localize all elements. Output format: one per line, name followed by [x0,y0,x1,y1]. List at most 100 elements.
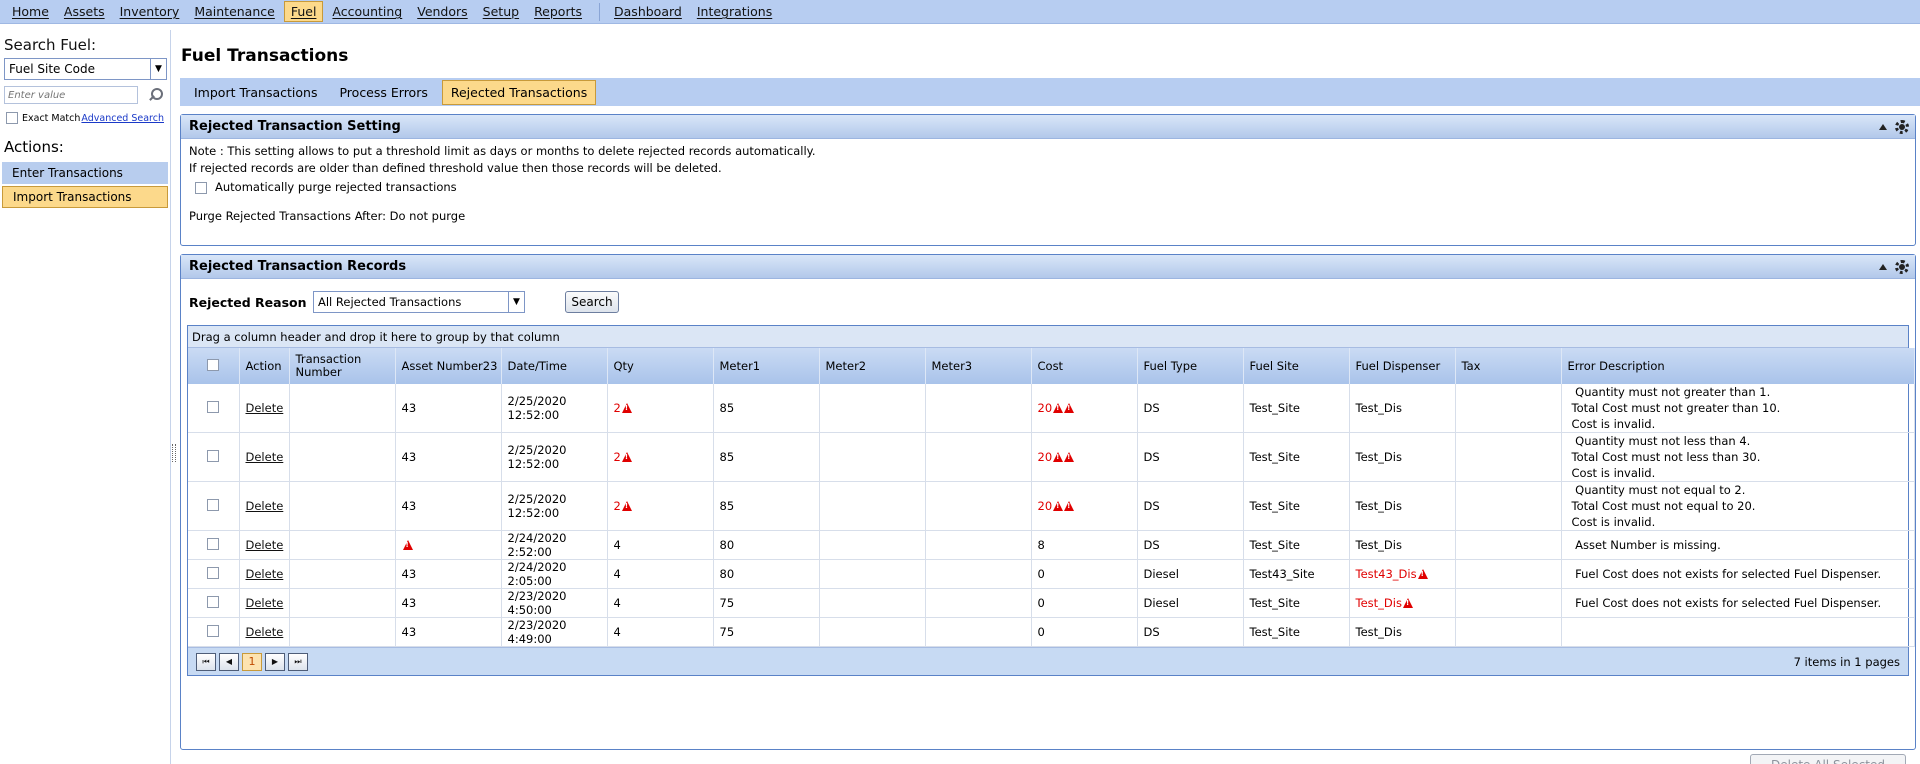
sidebar: Search Fuel: Fuel Site Code ▼ Exact Matc… [0,30,171,764]
first-page-button[interactable]: ⏮ [196,652,216,671]
last-page-button[interactable]: ⏭ [288,652,308,671]
column-header[interactable]: Meter3 [925,348,1032,384]
meter3-cell [925,481,1032,531]
search-icon[interactable] [148,88,163,102]
row-checkbox[interactable] [207,566,220,579]
setting-note-line1: Note : This setting allows to put a thre… [189,144,816,158]
cost-cell: 20 [1031,432,1138,482]
next-page-button[interactable]: ▶ [265,652,285,671]
search-input[interactable] [4,86,138,104]
action-enter-transactions[interactable]: Enter Transactions [2,162,168,184]
action-cell: Delete [239,432,290,482]
group-by-area[interactable]: Drag a column header and drop it here to… [188,326,1908,348]
gear-icon[interactable] [1895,119,1909,134]
chevron-down-icon[interactable]: ▼ [508,292,524,312]
search-button[interactable]: Search [565,291,619,313]
prev-page-button[interactable]: ◀ [219,652,239,671]
datetime-cell: 2/25/2020 12:52:00 [501,432,608,482]
tab-process-errors[interactable]: Process Errors [331,81,435,104]
menu-inventory[interactable]: Inventory [114,2,186,21]
menu-reports[interactable]: Reports [528,2,588,21]
row-checkbox[interactable] [207,595,220,608]
error-line: Asset Number is missing. [1571,538,1721,552]
collapse-icon[interactable] [1879,263,1887,270]
delete-link[interactable]: Delete [246,538,284,552]
menu-vendors[interactable]: Vendors [411,2,473,21]
tab-rejected-transactions[interactable]: Rejected Transactions [441,79,597,105]
cost-value: 20 [1037,401,1053,415]
search-field-dropdown[interactable]: Fuel Site Code ▼ [4,58,167,80]
column-header[interactable]: Asset Number23 [395,348,502,384]
gear-icon[interactable] [1895,259,1909,274]
fuel-dispenser-cell: Test_Dis [1349,384,1456,433]
menu-divider [599,2,601,21]
column-header[interactable]: Tax [1455,348,1562,384]
delete-link[interactable]: Delete [246,625,284,639]
column-header[interactable]: Date/Time [501,348,608,384]
cost-cell: 0 [1031,617,1138,647]
error-line: Fuel Cost does not exists for selected F… [1571,567,1882,581]
row-checkbox[interactable] [207,400,220,413]
warning-icon [1053,403,1064,413]
rejected-reason-label: Rejected Reason [189,294,307,310]
table-row: Delete 43 2/24/2020 2:05:00 4 80 0 Diesel Test4… [188,559,1915,589]
column-header[interactable]: Meter2 [819,348,926,384]
menu-accounting[interactable]: Accounting [326,2,408,21]
menu-dashboard[interactable]: Dashboard [608,2,688,21]
qty-cell: 2 [607,432,714,482]
warning-icon [1064,452,1075,462]
delete-all-selected-button[interactable]: Delete All Selected [1750,754,1906,764]
page-number-button[interactable]: 1 [242,652,262,671]
dispenser-value: Test43_Dis [1355,567,1417,581]
fuel-site-cell: Test43_Site [1243,559,1350,589]
fuel-dispenser-cell: Test_Dis [1349,481,1456,531]
delete-link[interactable]: Delete [246,596,284,610]
column-header[interactable]: Qty [607,348,714,384]
chevron-down-icon[interactable]: ▼ [150,59,166,79]
row-checkbox[interactable] [207,624,220,637]
action-import-transactions[interactable]: Import Transactions [2,186,168,208]
error-description-cell: Quantity must not less than 4. Total Cost… [1561,432,1915,482]
error-description-cell: Fuel Cost does not exists for selected F… [1561,559,1915,589]
column-header[interactable]: Cost [1031,348,1138,384]
cost-cell: 0 [1031,588,1138,618]
cost-value: 20 [1037,450,1053,464]
delete-link[interactable]: Delete [246,499,284,513]
delete-link[interactable]: Delete [246,401,284,415]
tab-import-transactions[interactable]: Import Transactions [186,81,325,104]
column-header[interactable]: Transaction Number [289,348,396,384]
error-line: Fuel Cost does not exists for selected F… [1571,596,1882,610]
actions-title: Actions: [4,138,64,156]
advanced-search-link[interactable]: Advanced Search [81,113,164,124]
column-header[interactable]: Fuel Dispenser [1349,348,1456,384]
delete-link[interactable]: Delete [246,450,284,464]
asset-number-cell [395,530,502,560]
column-header[interactable]: Error Description [1561,348,1915,384]
menu-fuel[interactable]: Fuel [283,1,324,22]
auto-purge-checkbox[interactable] [195,181,207,194]
meter2-cell [819,617,926,647]
menu-assets[interactable]: Assets [58,2,111,21]
column-header[interactable]: Fuel Type [1137,348,1244,384]
column-header[interactable]: Meter1 [713,348,820,384]
table-row: Delete 2/24/2020 2:52:00480 8DSTest_SiteTe… [188,530,1915,560]
rejected-reason-dropdown[interactable]: All Rejected Transactions ▼ [313,291,525,313]
row-checkbox[interactable] [207,449,220,462]
menu-maintenance[interactable]: Maintenance [188,2,281,21]
row-checkbox[interactable] [207,537,220,550]
qty-cell: 4 [607,559,714,589]
menu-setup[interactable]: Setup [477,2,525,21]
menu-integrations[interactable]: Integrations [691,2,778,21]
delete-link[interactable]: Delete [246,567,284,581]
tab-bar: Import Transactions Process Errors Rejec… [180,78,1920,106]
column-header[interactable]: Fuel Site [1243,348,1350,384]
exact-match-checkbox[interactable] [6,112,18,124]
row-checkbox[interactable] [207,498,220,511]
menu-home[interactable]: Home [6,2,55,21]
warning-icon [1417,569,1428,579]
warning-icon [621,501,632,511]
select-all-checkbox[interactable] [207,358,220,371]
column-header[interactable]: Action [239,348,290,384]
sidebar-splitter-handle[interactable] [172,444,176,462]
collapse-icon[interactable] [1879,123,1887,130]
